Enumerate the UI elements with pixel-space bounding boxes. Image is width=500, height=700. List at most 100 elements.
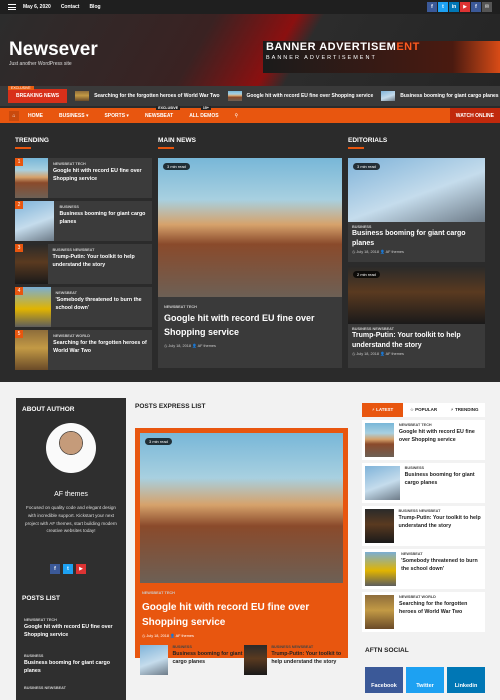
featured-image[interactable]: 3 min read <box>140 433 343 583</box>
category[interactable]: NEWSBEAT TECH <box>399 423 483 427</box>
nav-newsbeat[interactable]: NEWSBEAT EXCLUSIVE <box>145 105 181 119</box>
breaking-item[interactable]: Google hit with record EU fine over Shop… <box>227 91 373 101</box>
contact-link[interactable]: Contact <box>61 4 80 10</box>
facebook-icon[interactable]: f <box>427 2 437 12</box>
category[interactable]: NEWSBEAT WORLD <box>53 334 147 338</box>
youtube-icon[interactable]: ▶ <box>460 2 470 12</box>
post-title[interactable]: Business booming for giant cargo planes <box>59 211 147 226</box>
nav-all-demos[interactable]: ALL DEMOS 15+ <box>189 105 219 119</box>
category[interactable]: NEWSBEAT TECH <box>164 305 336 309</box>
tab-bar: ⚡ LATEST ☆ POPULAR ⚡ TRENDING <box>362 403 485 417</box>
latest-item[interactable]: BUSINESS Business booming for giant cargo… <box>362 463 485 503</box>
twitter-icon[interactable]: t <box>438 2 448 12</box>
nav-demos-label: ALL DEMOS <box>189 112 219 119</box>
category[interactable]: NEWSBEAT TECH <box>53 162 147 166</box>
posts-list-item[interactable]: BUSINESS Business booming for giant cargo… <box>24 654 120 675</box>
category[interactable]: NEWSBEAT <box>401 552 483 556</box>
post-title[interactable]: Business booming for giant cargo planes <box>172 651 243 666</box>
author-socials: f t ▶ <box>50 564 86 574</box>
main-news-headline[interactable]: Google hit with record EU fine over Shop… <box>164 312 336 340</box>
category[interactable]: NEWSBEAT <box>56 291 148 295</box>
trending-item[interactable]: 5 NEWSBEAT WORLD Searching for the forgott… <box>15 330 152 370</box>
express-item[interactable]: BUSINESS Business booming for giant cargo… <box>140 645 243 685</box>
post-title[interactable]: Business booming for giant cargo planes <box>405 472 483 487</box>
blog-link[interactable]: Blog <box>89 4 100 10</box>
category[interactable]: BUSINESS <box>172 645 243 649</box>
latest-item[interactable]: BUSINESS NEWSBEAT Trump-Putin: Your toolk… <box>362 506 485 546</box>
category[interactable]: BUSINESS <box>24 654 120 658</box>
twitter-button[interactable]: Twitter <box>406 667 444 693</box>
facebook-button[interactable]: Facebook <box>365 667 403 693</box>
main-news-image[interactable]: 3 min read <box>158 158 342 297</box>
post-title[interactable]: Trump-Putin: Your toolkit to help unders… <box>53 254 147 269</box>
editorial-card[interactable]: 3 min read BUSINESS Business booming for… <box>348 158 485 262</box>
nav-business[interactable]: BUSINESS ▾ <box>59 113 88 119</box>
latest-item[interactable]: NEWSBEAT WORLD Searching for the forgotte… <box>362 592 485 632</box>
posts-list-item[interactable]: BUSINESS NEWSBEAT <box>24 686 120 690</box>
linkedin-icon[interactable]: in <box>449 2 459 12</box>
category[interactable]: BUSINESS NEWSBEAT <box>53 248 147 252</box>
post-title[interactable]: Trump-Putin: Your toolkit to help unders… <box>271 651 347 666</box>
linkedin-button[interactable]: Linkedin <box>447 667 485 693</box>
menu-icon[interactable] <box>8 4 16 10</box>
trending-item[interactable]: 4 NEWSBEAT 'Somebody threatened to burn th… <box>15 287 152 327</box>
tab-popular[interactable]: ☆ POPULAR <box>403 403 444 417</box>
watch-online-button[interactable]: WATCH ONLINE <box>449 108 500 123</box>
editorials-heading: EDITORIALS <box>348 137 387 149</box>
posts-express-featured[interactable]: 3 min read NEWSBEAT TECH Google hit with… <box>135 428 348 658</box>
trending-item[interactable]: 3 BUSINESS NEWSBEAT Trump-Putin: Your tool… <box>15 244 152 284</box>
posts-list-item[interactable]: NEWSBEAT TECH Google hit with record EU f… <box>24 618 120 639</box>
trending-item[interactable]: 2 BUSINESS Business booming for giant carg… <box>15 201 152 241</box>
post-title[interactable]: Trump-Putin: Your toolkit to help unders… <box>399 515 484 530</box>
trending-item[interactable]: 1 NEWSBEAT TECH Google hit with record EU … <box>15 158 152 198</box>
thumbnail: 5 <box>15 330 49 370</box>
site-title[interactable]: Newsever <box>9 39 98 61</box>
read-time-badge: 3 min read <box>145 438 172 445</box>
category[interactable]: BUSINESS NEWSBEAT <box>24 686 120 690</box>
tab-trending[interactable]: ⚡ TRENDING <box>444 403 485 417</box>
express-item[interactable]: BUSINESS NEWSBEAT Trump-Putin: Your toolk… <box>244 645 347 695</box>
main-news-heading: MAIN NEWS <box>158 137 196 149</box>
post-title[interactable]: 'Somebody threatened to burn the school … <box>401 558 483 573</box>
breaking-item[interactable]: Searching for the forgotten heroes of Wo… <box>75 91 220 101</box>
search-icon[interactable]: ⚲ <box>235 113 245 119</box>
count-badge: 15+ <box>200 105 211 110</box>
twitter-icon[interactable]: t <box>63 564 73 574</box>
editorial-card[interactable]: 2 min read BUSINESS NEWSBEAT Trump-Putin… <box>348 266 485 368</box>
category[interactable]: BUSINESS NEWSBEAT <box>399 509 484 513</box>
latest-item[interactable]: NEWSBEAT TECH Google hit with record EU f… <box>362 420 485 460</box>
author-name[interactable]: AF themes <box>16 491 126 498</box>
editorial-image[interactable]: 2 min read <box>348 266 485 324</box>
banner-advertisement[interactable]: BANNER ADVERTISEMENT BANNER ADVERTISEMEN… <box>263 41 500 73</box>
post-title[interactable]: Business booming for giant cargo planes <box>24 660 120 675</box>
category[interactable]: BUSINESS NEWSBEAT <box>271 645 347 649</box>
breaking-item[interactable]: Business booming for giant cargo planes <box>381 91 499 101</box>
tab-latest[interactable]: ⚡ LATEST <box>362 403 403 417</box>
ad-text-2: BANNER ADVERTISEMENT <box>266 55 377 61</box>
featured-headline[interactable]: Google hit with record EU fine over Shop… <box>142 600 342 630</box>
post-title[interactable]: Google hit with record EU fine over Shop… <box>24 624 120 639</box>
facebook-icon-2[interactable]: f <box>471 2 481 12</box>
post-title[interactable]: Google hit with record EU fine over Shop… <box>399 429 483 444</box>
editorial-title[interactable]: Business booming for giant cargo planes <box>352 229 481 249</box>
category[interactable]: BUSINESS <box>59 205 147 209</box>
youtube-icon[interactable]: ▶ <box>76 564 86 574</box>
editorial-title[interactable]: Trump-Putin: Your toolkit to help unders… <box>352 331 481 351</box>
post-title[interactable]: Searching for the forgotten heroes of Wo… <box>399 601 483 616</box>
home-icon[interactable]: ⌂ <box>9 110 19 121</box>
post-title[interactable]: Searching for the forgotten heroes of Wo… <box>53 340 147 355</box>
nav-home[interactable]: HOME <box>28 113 43 119</box>
post-title[interactable]: Google hit with record EU fine over Shop… <box>53 168 147 183</box>
nav-sports[interactable]: SPORTS ▾ <box>104 113 128 119</box>
editorial-image[interactable]: 3 min read <box>348 158 485 222</box>
category[interactable]: NEWSBEAT TECH <box>142 591 175 595</box>
category[interactable]: BUSINESS <box>405 466 483 470</box>
post-title[interactable]: 'Somebody threatened to burn the school … <box>56 297 148 312</box>
main-news-card[interactable]: 3 min read NEWSBEAT TECH Google hit with… <box>158 158 342 368</box>
category[interactable]: NEWSBEAT WORLD <box>399 595 483 599</box>
facebook-icon[interactable]: f <box>50 564 60 574</box>
latest-item[interactable]: NEWSBEAT 'Somebody threatened to burn the… <box>362 549 485 589</box>
top-bar: May 6, 2020 Contact Blog f t in ▶ f ✉ <box>0 0 500 14</box>
mail-icon[interactable]: ✉ <box>482 2 492 12</box>
category[interactable]: NEWSBEAT TECH <box>24 618 120 622</box>
